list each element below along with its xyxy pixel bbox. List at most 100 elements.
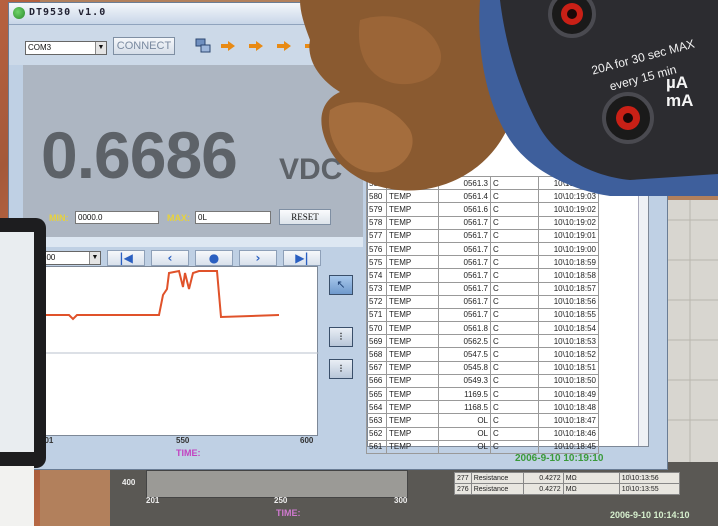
- table-cell: 1168.5: [438, 400, 491, 415]
- reset-button[interactable]: RESET: [279, 209, 331, 225]
- table-row[interactable]: 574 TEMP 0561.7 C 10\10:18:58: [366, 268, 599, 283]
- prev-button[interactable]: ‹: [151, 250, 189, 266]
- table-row[interactable]: 571 TEMP 0561.7 C 10\10:18:55: [366, 307, 599, 323]
- dots-icon: ⁝: [339, 363, 343, 375]
- bg-x-tick: 201: [146, 496, 160, 505]
- max-value: 0L: [195, 211, 271, 224]
- table-cell: C: [490, 241, 539, 257]
- table-cell: C: [490, 255, 539, 270]
- log-table: 581TEMP0561.3C10\10:19:04580TEMP0561.4C1…: [366, 175, 599, 454]
- table-row[interactable]: 568 TEMP 0547.5 C 10\10:18:52: [366, 347, 599, 362]
- network-icon[interactable]: [195, 37, 211, 55]
- table-row[interactable]: 573 TEMP 0561.7 C 10\10:18:57: [366, 281, 599, 296]
- status-datetime: 2006-9-10 10:19:10: [515, 453, 604, 464]
- table-cell: 10\10:19:01: [538, 228, 599, 243]
- bg-y-value: 400: [122, 478, 136, 487]
- zoom-up-button[interactable]: ↖: [329, 275, 353, 295]
- scale-button-2[interactable]: ⁝: [329, 359, 353, 379]
- table-cell: TEMP: [386, 268, 439, 283]
- meter-unit-labels: µA mA: [666, 74, 693, 110]
- trend-line: [39, 269, 280, 321]
- table-cell: C: [490, 413, 539, 428]
- table-row: 276 Resistance 0.4272 MΩ 10\10:13:55: [454, 483, 680, 495]
- table-row[interactable]: 576 TEMP 0561.7 C 10\10:19:00: [366, 241, 599, 257]
- table-cell: 563: [366, 413, 387, 428]
- record-button[interactable]: ●: [195, 250, 233, 266]
- chevron-down-icon: ▼: [95, 42, 106, 54]
- divider: [23, 237, 363, 247]
- table-row[interactable]: 577 TEMP 0561.7 C 10\10:19:01: [366, 228, 599, 243]
- port-select[interactable]: COM3 ▼: [25, 41, 107, 55]
- tablet-device: [0, 218, 46, 468]
- chevron-down-icon: ▼: [89, 252, 100, 264]
- table-row[interactable]: 567 TEMP 0545.8 C 10\10:18:51: [366, 360, 599, 375]
- table-cell: 566: [366, 373, 387, 389]
- table-cell: TEMP: [386, 255, 439, 270]
- table-cell: TEMP: [386, 439, 439, 454]
- log-scrollbar[interactable]: [638, 176, 648, 446]
- table-cell: C: [490, 215, 539, 230]
- max-label: MAX:: [167, 213, 190, 223]
- table-cell: TEMP: [386, 334, 439, 349]
- table-cell: 10\10:18:49: [538, 386, 599, 402]
- arrow-up-left-icon: ↖: [336, 279, 346, 291]
- time-label: TIME:: [176, 448, 201, 458]
- table-row[interactable]: 579 TEMP 0561.6 C 10\10:19:02: [366, 202, 599, 217]
- dot-icon: ●: [208, 251, 220, 265]
- table-cell: 10\10:18:59: [538, 255, 599, 270]
- table-row[interactable]: 561 TEMP OL C 10\10:18:45: [366, 439, 599, 454]
- table-row[interactable]: 578 TEMP 0561.7 C 10\10:19:02: [366, 215, 599, 230]
- table-cell: 571: [366, 307, 387, 323]
- table-cell: C: [490, 439, 539, 454]
- next-button[interactable]: ›: [239, 250, 277, 266]
- last-button[interactable]: ▶|: [283, 250, 321, 266]
- table-cell: 561: [366, 439, 387, 454]
- table-cell: 10\10:18:57: [538, 281, 599, 296]
- reading-value: 0.6686: [41, 118, 238, 192]
- bg-log-table: 277 Resistance 0.4272 MΩ 10\10:13:56 276…: [454, 472, 680, 495]
- arrow-icon: [277, 41, 291, 51]
- table-cell: TEMP: [386, 321, 439, 336]
- table-cell: 10\10:19:02: [538, 215, 599, 230]
- table-cell: 567: [366, 360, 387, 375]
- table-cell: TEMP: [386, 307, 439, 323]
- table-cell: 10\10:18:51: [538, 360, 599, 375]
- first-button[interactable]: |◀: [107, 250, 145, 266]
- table-row[interactable]: 569 TEMP 0562.5 C 10\10:18:53: [366, 334, 599, 349]
- table-cell: TEMP: [386, 215, 439, 230]
- trend-chart: [38, 266, 319, 436]
- table-row[interactable]: 566 TEMP 0549.3 C 10\10:18:50: [366, 373, 599, 389]
- table-cell: 0561.7: [438, 215, 491, 230]
- table-row[interactable]: 575 TEMP 0561.7 C 10\10:18:59: [366, 255, 599, 270]
- table-cell: TEMP: [386, 426, 439, 441]
- table-row[interactable]: 572 TEMP 0561.7 C 10\10:18:56: [366, 294, 599, 309]
- table-cell: TEMP: [386, 202, 439, 217]
- table-cell: 575: [366, 255, 387, 270]
- scale-button[interactable]: ⁝: [329, 327, 353, 347]
- table-row[interactable]: 562 TEMP OL C 10\10:18:46: [366, 426, 599, 441]
- table-row[interactable]: 563 TEMP OL C 10\10:18:47: [366, 413, 599, 428]
- table-cell: 565: [366, 386, 387, 402]
- tablet-stand: [0, 466, 34, 526]
- table-cell: 0561.6: [438, 202, 491, 217]
- table-cell: 578: [366, 215, 387, 230]
- table-row[interactable]: 570 TEMP 0561.8 C 10\10:18:54: [366, 321, 599, 336]
- connect-button[interactable]: CONNECT: [113, 37, 175, 55]
- table-cell: C: [490, 373, 539, 389]
- meter-unit-ma: mA: [666, 91, 694, 110]
- table-row[interactable]: 565 TEMP 1169.5 C 10\10:18:49: [366, 386, 599, 402]
- bg-x-tick: 250: [274, 496, 288, 505]
- range-select[interactable]: 500 ▼: [39, 251, 101, 265]
- x-tick: 600: [300, 436, 314, 445]
- table-cell: TEMP: [386, 386, 439, 402]
- table-cell: OL: [438, 426, 491, 441]
- table-cell: 562: [366, 426, 387, 441]
- arrow-icon: [221, 41, 235, 51]
- table-row[interactable]: 564 TEMP 1168.5 C 10\10:18:48: [366, 400, 599, 415]
- table-cell: TEMP: [386, 347, 439, 362]
- table-cell: MΩ: [562, 472, 620, 484]
- table-cell: 10\10:13:55: [618, 483, 680, 495]
- table-cell: 0547.5: [438, 347, 491, 362]
- table-cell: C: [490, 228, 539, 243]
- table-cell: 576: [366, 241, 387, 257]
